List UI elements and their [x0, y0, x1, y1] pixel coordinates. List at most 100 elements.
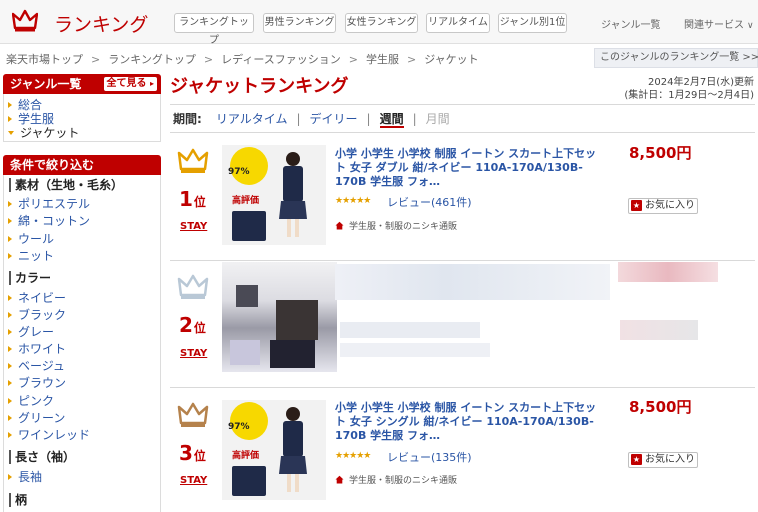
rank-movement-link[interactable]: STAY [180, 221, 207, 232]
period-selector: 期間: リアルタイム | デイリー | 週間 | 月間 [173, 110, 450, 128]
triangle-bullet-icon [8, 431, 12, 438]
shop-house-icon [335, 221, 344, 230]
genre-list-title: ジャンル一覧 [10, 77, 82, 91]
filter-item[interactable]: 綿・コットン [8, 212, 90, 229]
jacket-illustration [232, 211, 266, 241]
filter-group-color: カラー [9, 271, 51, 285]
badge-text: 高評価 [232, 196, 260, 206]
student-illustration [279, 152, 307, 237]
filter-item[interactable]: ネイビー [8, 289, 66, 306]
filter-item[interactable]: ウール [8, 230, 54, 247]
triangle-bullet-icon [8, 101, 12, 108]
product-title-link[interactable]: 小学 小学生 小学校 制服 イートン スカート上下セット 女子 ダブル 紺/ネイ… [335, 147, 605, 189]
breadcrumb-separator: > [91, 53, 101, 66]
divider [170, 104, 755, 105]
filter-item[interactable]: 長袖 [8, 468, 42, 485]
filter-item-label: ニット [18, 249, 55, 263]
filter-item[interactable]: ブラウン [8, 374, 66, 391]
tab-realtime[interactable]: リアルタイム [426, 13, 490, 33]
divider [170, 387, 755, 388]
triangle-bullet-icon [8, 362, 12, 369]
filter-item-label: ネイビー [18, 291, 67, 305]
filter-item[interactable]: ニット [8, 247, 54, 264]
period-weekly-selected: 週間 [379, 112, 404, 128]
gold-crown-icon [177, 148, 209, 173]
product-image[interactable]: 97% 高評価 [222, 400, 326, 500]
tab-genre-first[interactable]: ジャンル別1位 [498, 13, 567, 33]
filter-item[interactable]: ポリエステル [8, 195, 90, 212]
page-title: ジャケットランキング [170, 76, 349, 97]
blur-block [236, 285, 258, 307]
breadcrumb-item[interactable]: 学生服 [366, 53, 399, 66]
related-services-menu[interactable]: 関連サービス ∨ [684, 16, 754, 31]
review-link[interactable]: レビュー(461件) [387, 194, 472, 210]
price: 8,500円 [629, 144, 692, 162]
filter-item-label: 綿・コットン [18, 214, 91, 228]
rank-number: 2位 [179, 313, 206, 337]
bronze-crown-icon [177, 402, 209, 427]
blurred-shop [340, 343, 490, 357]
triangle-bullet-icon [8, 345, 12, 352]
breadcrumb-item[interactable]: レディースファッション [221, 53, 341, 66]
favorite-button[interactable]: ★ お気に入り [628, 198, 698, 214]
rank-movement-link[interactable]: STAY [180, 475, 207, 486]
arrow-right-icon: ▸ [149, 79, 154, 88]
filter-item[interactable]: グレー [8, 323, 54, 340]
silver-crown-icon [177, 274, 209, 299]
crown-logo-icon[interactable] [12, 8, 38, 34]
filter-item[interactable]: ホワイト [8, 340, 66, 357]
filter-item-label: ベージュ [18, 359, 65, 373]
favorite-label: お気に入り [645, 200, 695, 211]
review-link[interactable]: レビュー(135件) [387, 449, 472, 465]
divider [170, 132, 755, 133]
blur-block [270, 340, 315, 368]
rank-movement-link[interactable]: STAY [180, 348, 207, 359]
see-all-button[interactable]: 全て見る ▸ [103, 77, 157, 91]
period-realtime[interactable]: リアルタイム [216, 112, 288, 126]
filter-item[interactable]: ベージュ [8, 357, 65, 374]
star-icon: ★ [631, 454, 642, 465]
updated-date: 2024年2月7日(水)更新 [648, 77, 754, 88]
filter-header: 条件で絞り込む [3, 155, 161, 175]
filter-group-pattern: 柄 [9, 493, 27, 507]
product-title-link[interactable]: 小学 小学生 小学校 制服 イートン スカート上下セット 女子 シングル 紺/ネ… [335, 401, 605, 443]
filter-item-label: グリーン [18, 411, 66, 425]
filter-item-label: ブラック [18, 308, 67, 322]
genre-list-link[interactable]: ジャンル一覧 [601, 16, 661, 31]
tab-female-ranking[interactable]: 女性ランキング [345, 13, 418, 33]
triangle-bullet-icon [8, 217, 12, 224]
period-monthly-disabled: 月間 [425, 112, 450, 126]
aggregation-period: (集計日：1月29日～2月4日) [624, 90, 754, 101]
breadcrumb-current: ジャケット [424, 53, 479, 66]
price: 8,500円 [629, 398, 692, 416]
period-daily[interactable]: デイリー [310, 112, 358, 126]
triangle-bullet-icon [8, 414, 12, 421]
filter-item[interactable]: ピンク [8, 392, 54, 409]
badge-circle [230, 402, 268, 440]
rank-suffix: 位 [193, 449, 206, 463]
triangle-bullet-icon [8, 200, 12, 207]
product-image[interactable]: 97% 高評価 [222, 145, 326, 245]
filter-group-sleeve: 長さ（袖） [9, 450, 75, 464]
divider [170, 260, 755, 261]
genre-ranking-list-link[interactable]: このジャンルのランキング一覧 >> [594, 48, 758, 68]
breadcrumb-item[interactable]: 楽天市場トップ [6, 53, 83, 66]
blurred-favorite [620, 320, 698, 340]
logo-text[interactable]: ランキング [54, 10, 148, 37]
rank-number: 3位 [179, 441, 206, 465]
shop-house-icon [335, 475, 344, 484]
filter-item[interactable]: ブラック [8, 306, 66, 323]
shop-link[interactable]: 学生服・制服のニシキ通販 [335, 473, 457, 486]
blurred-title [335, 264, 610, 300]
tab-male-ranking[interactable]: 男性ランキング [263, 13, 336, 33]
filter-item[interactable]: グリーン [8, 409, 65, 426]
badge-percent: 97% [228, 167, 250, 177]
favorite-button[interactable]: ★ お気に入り [628, 452, 698, 468]
breadcrumb-separator: > [203, 53, 214, 66]
triangle-bullet-icon [8, 397, 12, 404]
breadcrumb-item[interactable]: ランキングトップ [108, 53, 196, 66]
filter-item[interactable]: ワインレッド [8, 426, 90, 443]
tab-ranking-top[interactable]: ランキングトップ [174, 13, 254, 46]
filter-group-material: 素材（生地・毛糸） [9, 178, 123, 192]
shop-link[interactable]: 学生服・制服のニシキ通販 [335, 219, 457, 232]
